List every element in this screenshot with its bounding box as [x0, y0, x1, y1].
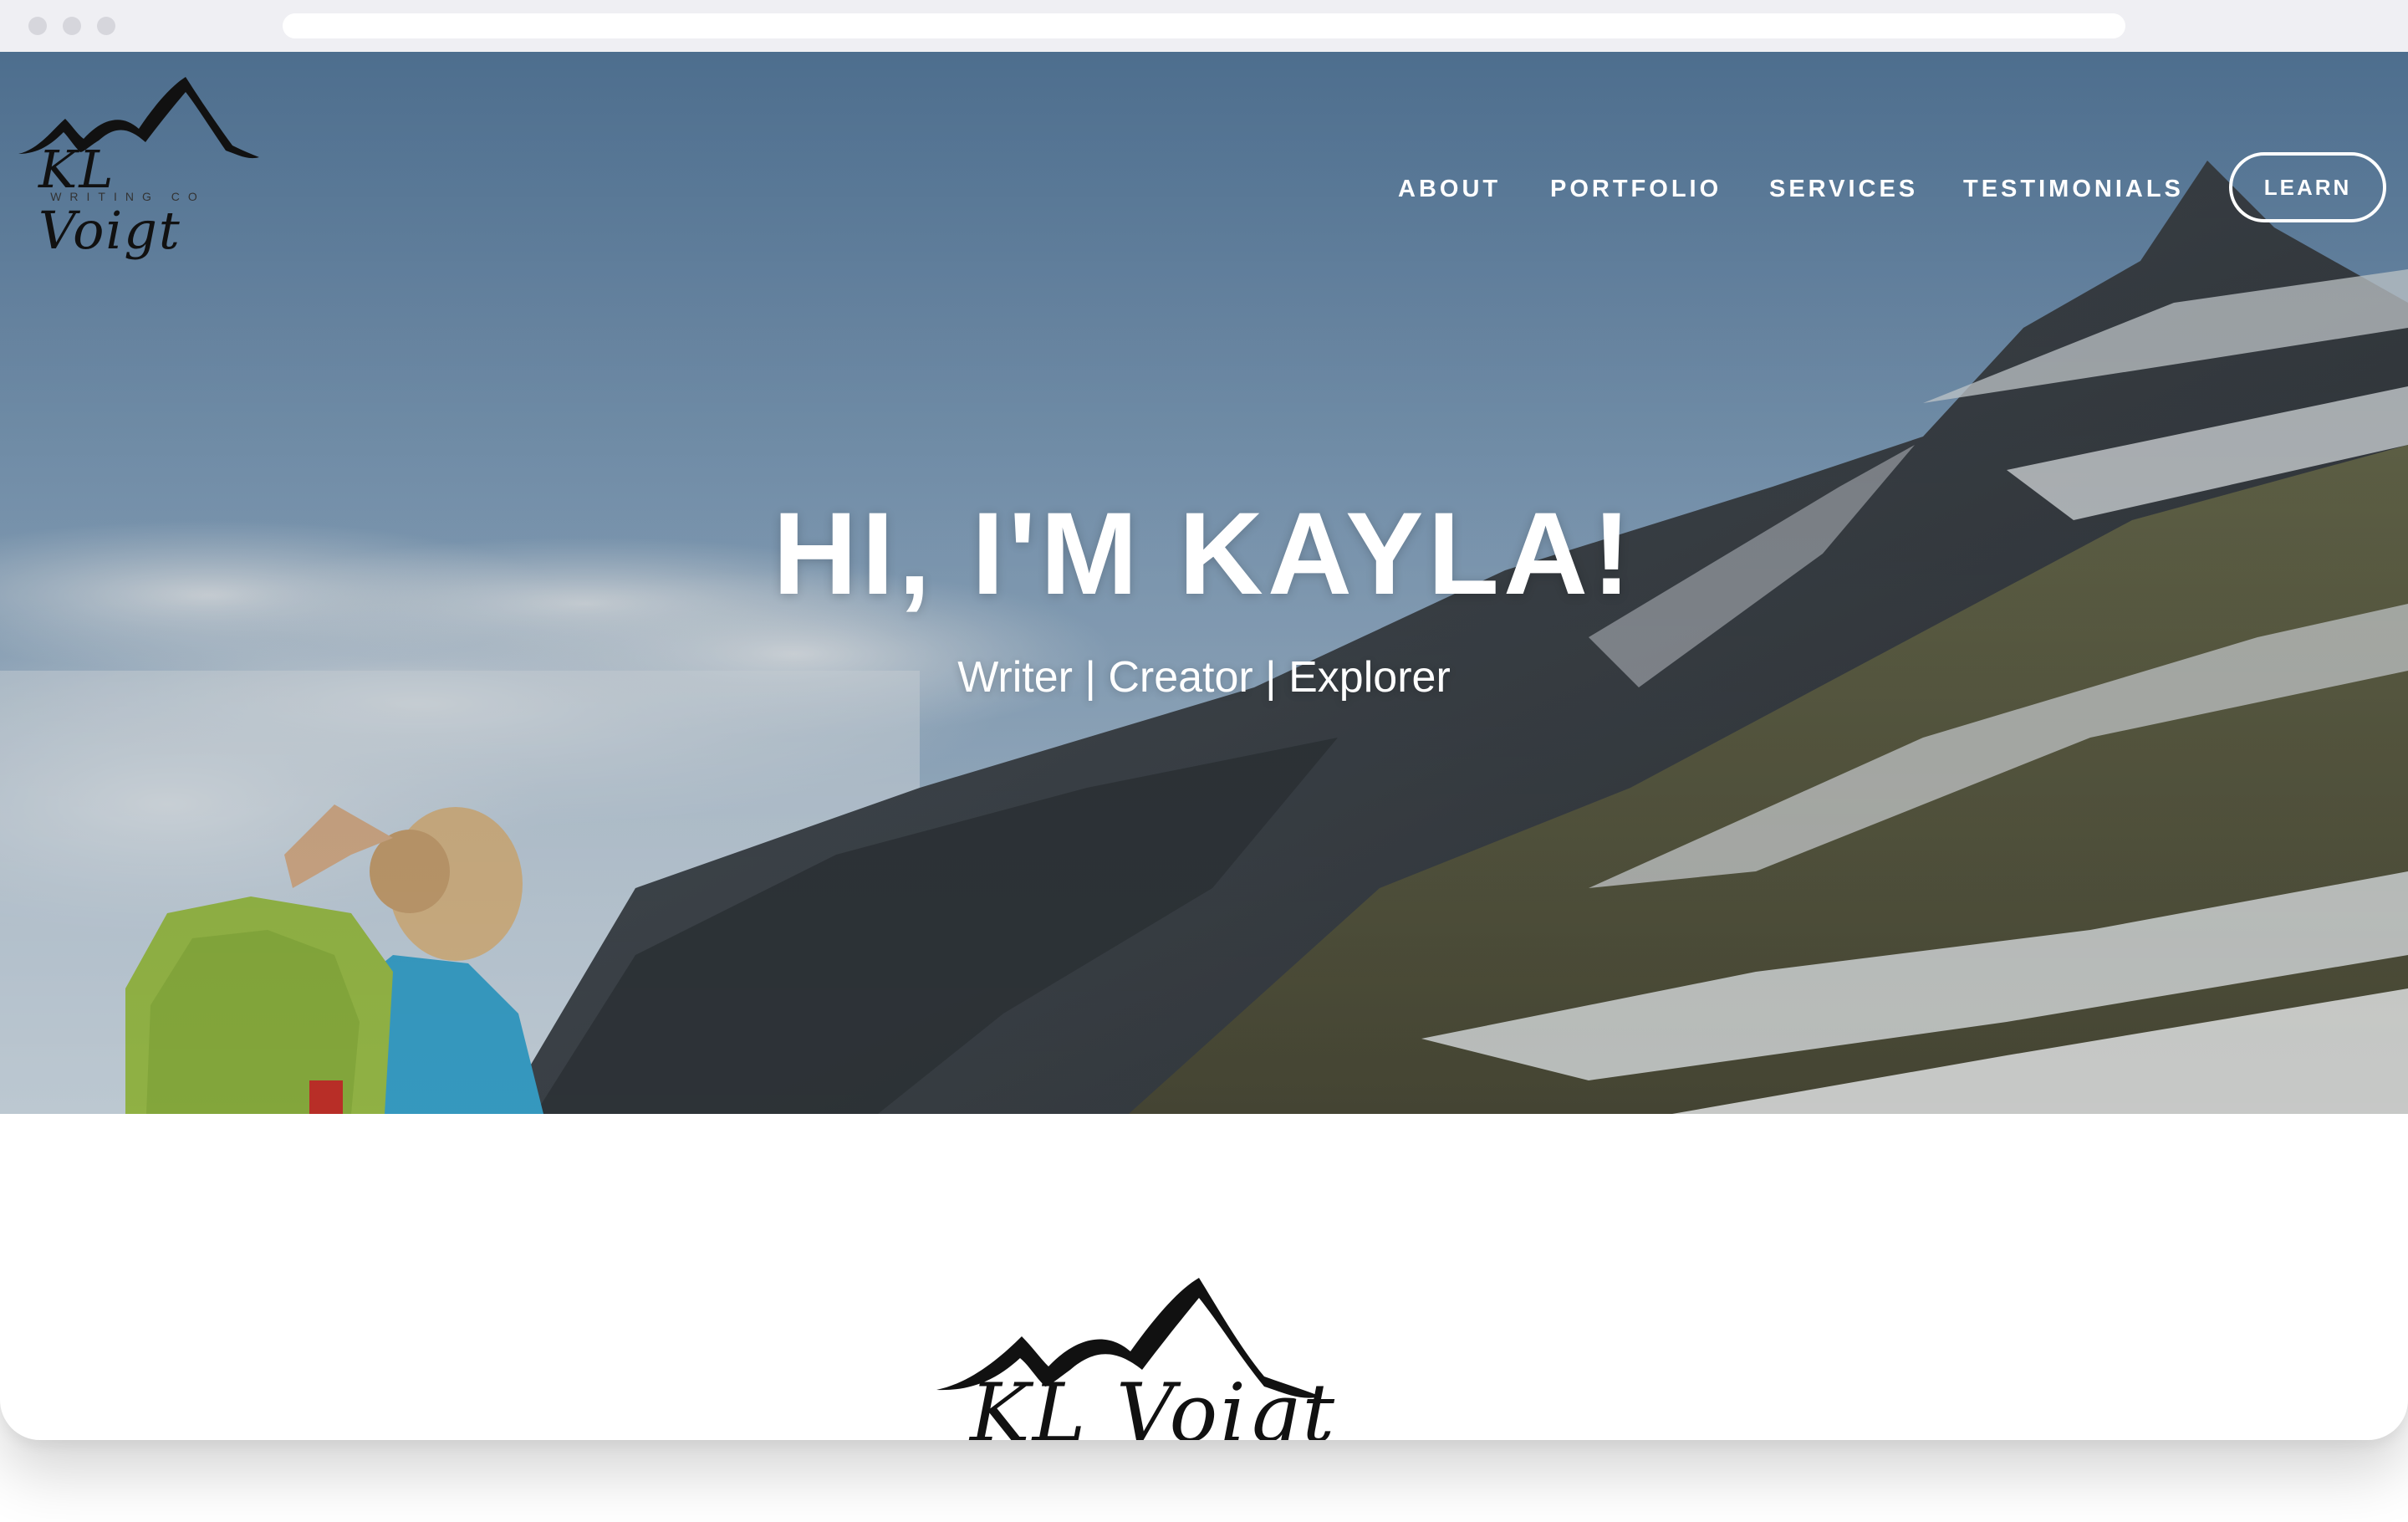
- main-nav: ABOUT PORTFOLIO SERVICES TESTIMONIALS: [0, 52, 2408, 219]
- nav-item-testimonials[interactable]: TESTIMONIALS: [1963, 176, 2184, 203]
- window-close-dot-icon[interactable]: [28, 17, 47, 35]
- nav-item-about[interactable]: ABOUT: [1398, 176, 1501, 203]
- nav-item-portfolio[interactable]: PORTFOLIO: [1550, 176, 1722, 203]
- hero-headline: HI, I'M KAYLA!: [773, 488, 1635, 619]
- address-bar[interactable]: [283, 13, 2125, 38]
- window-maximize-dot-icon[interactable]: [97, 17, 115, 35]
- browser-chrome: [0, 0, 2408, 53]
- nav-item-services[interactable]: SERVICES: [1769, 176, 1918, 203]
- learn-button[interactable]: LEARN: [2229, 152, 2386, 222]
- browser-window: KL Voigt WRITING CO ABOUT PORTFOLIO SERV…: [0, 0, 2408, 1440]
- hero-tagline: Writer | Creator | Explorer: [957, 653, 1451, 702]
- footer-logo[interactable]: KL Voigt: [936, 1271, 1334, 1440]
- hero-section: KL Voigt WRITING CO ABOUT PORTFOLIO SERV…: [0, 52, 2408, 1114]
- page-stage: KL Voigt WRITING CO ABOUT PORTFOLIO SERV…: [0, 0, 2408, 1522]
- window-minimize-dot-icon[interactable]: [63, 17, 81, 35]
- footer-logo-wordmark: KL Voigt: [970, 1366, 1338, 1440]
